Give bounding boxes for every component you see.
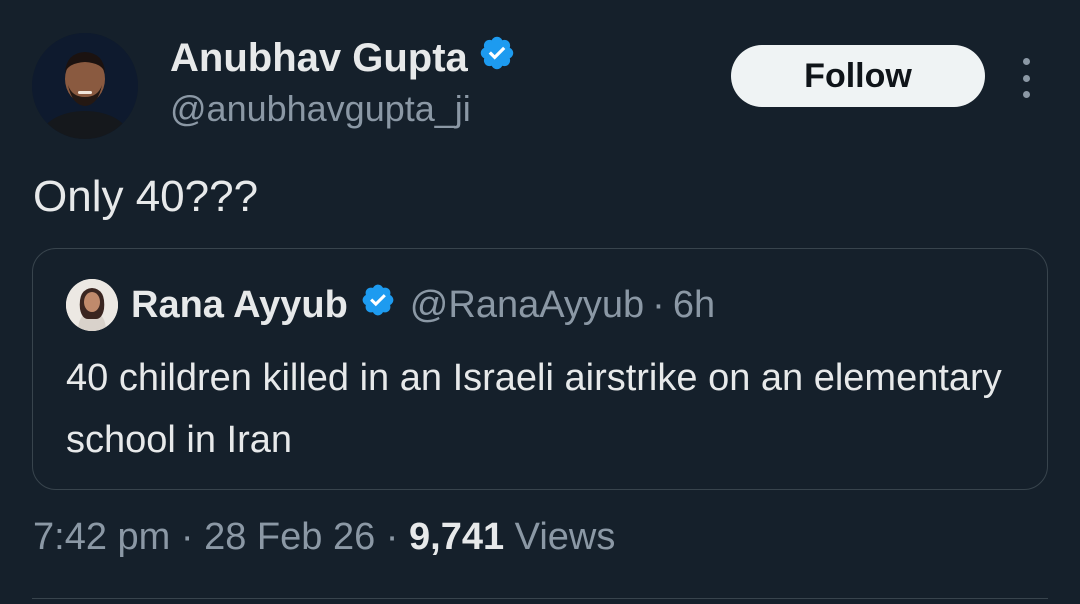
meta-separator: ·	[385, 516, 399, 558]
divider	[32, 598, 1048, 599]
quoted-tweet-text: 40 children killed in an Israeli airstri…	[66, 357, 1002, 461]
views-label: Views	[514, 516, 616, 558]
quoted-separator: ·	[652, 283, 665, 326]
quoted-tweet-header: Rana Ayyub @RanaAyyub · 6h	[131, 279, 715, 331]
quoted-author-name[interactable]: Rana Ayyub	[131, 284, 348, 327]
author-name-text: Anubhav Gupta	[170, 35, 468, 80]
verified-badge-icon	[478, 34, 516, 82]
tweet-card: Anubhav Gupta @anubhavgupta_ji Follow On…	[0, 0, 1080, 604]
meta-separator: ·	[180, 516, 194, 558]
quoted-author-handle[interactable]: @RanaAyyub	[410, 284, 644, 327]
quoted-tweet-age[interactable]: 6h	[673, 284, 715, 327]
quoted-tweet[interactable]: Rana Ayyub @RanaAyyub · 6h 40 children k…	[32, 248, 1048, 490]
tweet-time[interactable]: 7:42 pm	[33, 516, 170, 558]
quoted-author-avatar[interactable]	[66, 279, 118, 331]
tweet-meta: 7:42 pm · 28 Feb 26 · 9,741 Views	[33, 516, 615, 559]
views-count[interactable]: 9,741	[409, 516, 504, 558]
follow-button[interactable]: Follow	[731, 45, 985, 107]
quoted-verified-badge-icon	[360, 282, 396, 328]
avatar-image	[32, 33, 138, 139]
tweet-date[interactable]: 28 Feb 26	[204, 516, 375, 558]
author-name[interactable]: Anubhav Gupta	[170, 34, 516, 82]
author-avatar[interactable]	[32, 33, 138, 139]
more-options-icon[interactable]	[1012, 58, 1040, 98]
author-handle[interactable]: @anubhavgupta_ji	[170, 88, 471, 130]
quoted-avatar-image	[66, 279, 118, 331]
tweet-text: Only 40???	[33, 172, 259, 221]
